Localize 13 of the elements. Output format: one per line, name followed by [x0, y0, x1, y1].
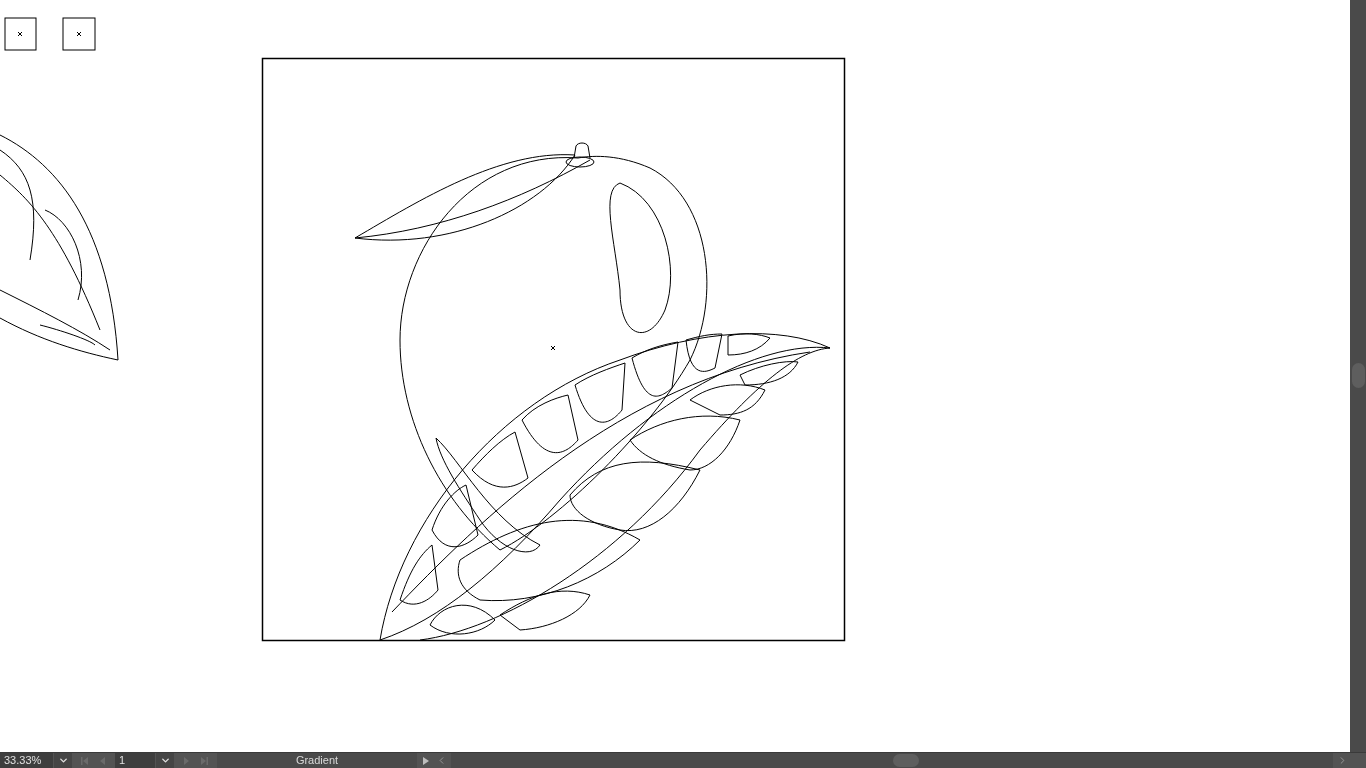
artboard-dropdown-button[interactable]	[156, 753, 174, 768]
swatch-drawing	[62, 17, 96, 51]
zoom-field[interactable]: 33.33%	[0, 753, 53, 768]
status-menu-icon[interactable]	[422, 755, 430, 766]
caret-icon	[57, 755, 69, 766]
swatch-drawing	[4, 17, 37, 51]
scrollbar-thumb[interactable]	[893, 754, 919, 767]
status-text: Gradient	[217, 753, 417, 768]
scroll-right-icon[interactable]	[1337, 755, 1348, 766]
zoom-dropdown-button[interactable]	[54, 753, 72, 768]
artboard-field[interactable]: 1	[115, 753, 155, 768]
scrollbar-thumb[interactable]	[1351, 363, 1365, 388]
caret-icon	[159, 755, 171, 766]
